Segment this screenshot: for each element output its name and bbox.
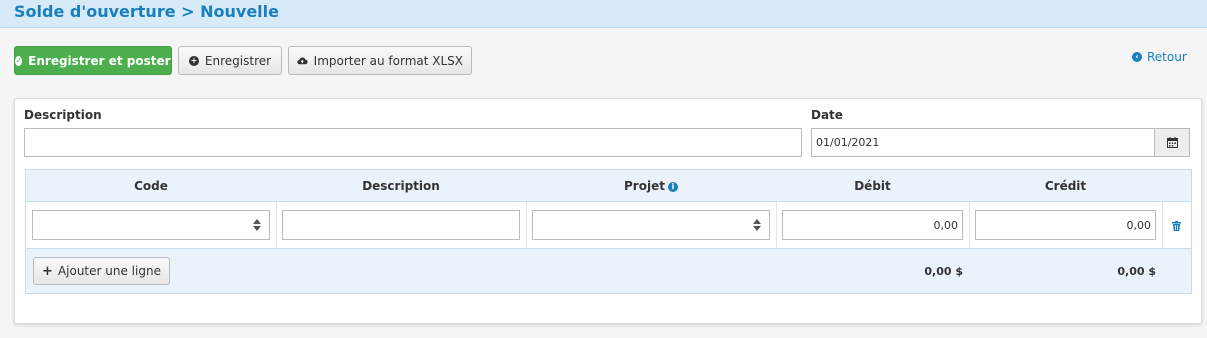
import-xlsx-button[interactable]: Importer au format XLSX <box>288 46 472 75</box>
col-header-debit: Débit <box>854 179 891 193</box>
code-select[interactable] <box>32 210 270 240</box>
arrow-left-circle-icon: ‹ <box>1132 52 1142 62</box>
credit-input[interactable] <box>975 210 1156 240</box>
save-and-post-label: Enregistrer et poster <box>28 53 171 68</box>
total-credit: 0,00 $ <box>1117 265 1156 278</box>
save-button[interactable]: + Enregistrer <box>178 46 282 75</box>
cloud-upload-icon <box>297 56 308 64</box>
table-header: Code Description Projet i Débit Crédit <box>26 170 1191 202</box>
total-debit: 0,00 $ <box>924 265 963 278</box>
projet-cell <box>532 210 770 240</box>
description-label: Description <box>24 108 102 122</box>
lines-table: Code Description Projet i Débit Crédit 0… <box>25 169 1192 294</box>
calendar-button[interactable] <box>1155 128 1190 157</box>
info-icon[interactable]: i <box>667 181 678 192</box>
table-row <box>32 210 270 240</box>
divider <box>276 202 277 248</box>
col-header-description: Description <box>362 179 440 193</box>
back-link[interactable]: ‹ Retour <box>1132 50 1187 64</box>
sort-icon <box>753 219 761 231</box>
back-label: Retour <box>1147 50 1187 64</box>
trash-icon[interactable] <box>1172 221 1181 231</box>
plus-circle-icon: + <box>188 55 199 66</box>
description-input[interactable] <box>24 128 802 157</box>
divider <box>526 202 527 248</box>
import-label: Importer au format XLSX <box>313 53 463 68</box>
table-footer: + Ajouter une ligne 0,00 $ 0,00 $ <box>26 248 1191 293</box>
col-header-code: Code <box>134 179 168 193</box>
page-header: Solde d'ouverture > Nouvelle <box>0 0 1207 28</box>
opening-balance-form: Description Date Code Description Projet… <box>14 98 1202 324</box>
save-and-post-button[interactable]: ✓ Enregistrer et poster <box>14 46 172 75</box>
line-description-input[interactable] <box>282 210 520 240</box>
save-label: Enregistrer <box>204 53 272 68</box>
col-header-projet: Projet i <box>526 170 776 202</box>
page-title: Solde d'ouverture > Nouvelle <box>14 2 279 21</box>
add-line-label: Ajouter une ligne <box>57 264 161 278</box>
date-label: Date <box>811 108 843 122</box>
col-header-credit: Crédit <box>1044 179 1087 193</box>
add-line-button[interactable]: + Ajouter une ligne <box>33 257 170 285</box>
calendar-icon <box>1166 137 1178 148</box>
projet-select[interactable] <box>532 210 770 240</box>
plus-icon: + <box>42 263 53 279</box>
debit-input[interactable] <box>782 210 963 240</box>
projet-header-label: Projet <box>624 179 665 193</box>
sort-icon <box>253 219 261 231</box>
check-circle-icon: ✓ <box>15 55 23 66</box>
date-input[interactable] <box>811 128 1155 157</box>
